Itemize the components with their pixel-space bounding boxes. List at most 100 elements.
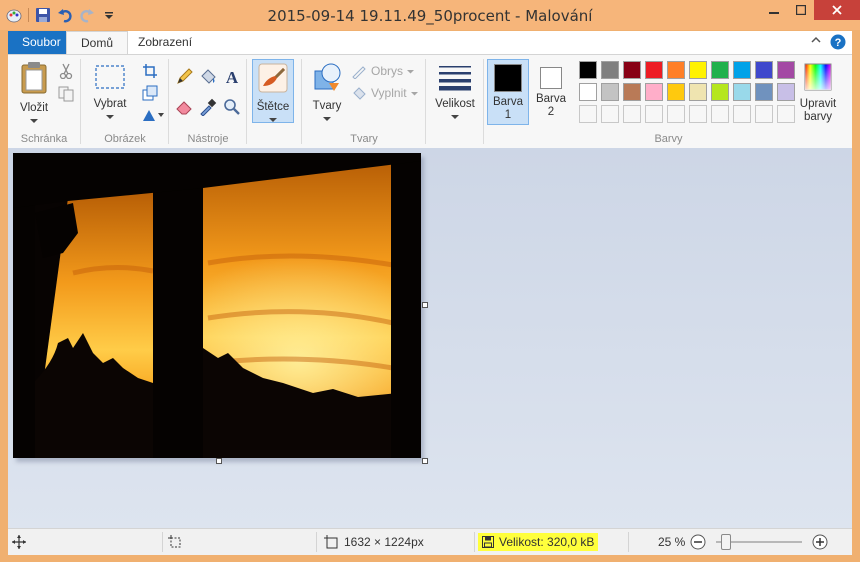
separator bbox=[474, 532, 475, 552]
palette-swatch[interactable] bbox=[689, 61, 707, 79]
edit-colors-button[interactable]: Upravit barvy bbox=[791, 63, 845, 123]
select-icon bbox=[95, 65, 125, 89]
palette-swatch-empty[interactable] bbox=[579, 105, 597, 123]
zoom-slider-thumb[interactable] bbox=[720, 534, 731, 550]
canvas-image[interactable] bbox=[13, 153, 421, 458]
color2-swatch bbox=[540, 67, 562, 89]
resize-handle-bottom[interactable] bbox=[216, 458, 222, 464]
maximize-button[interactable] bbox=[787, 0, 814, 20]
shapes-button[interactable]: Tvary bbox=[309, 61, 345, 125]
color2-button[interactable]: Barva 2 bbox=[532, 59, 570, 123]
palette-swatch-empty[interactable] bbox=[601, 105, 619, 123]
fill-bucket-icon[interactable] bbox=[198, 67, 218, 87]
fill-label: Vyplnit bbox=[371, 86, 407, 100]
outline-button[interactable]: Obrys bbox=[351, 63, 415, 79]
separator bbox=[168, 59, 169, 144]
palette-swatch[interactable] bbox=[711, 61, 729, 79]
tab-home[interactable]: Domů bbox=[66, 31, 129, 55]
zoom-in-button[interactable] bbox=[812, 529, 828, 555]
separator bbox=[162, 532, 163, 552]
shapes-label: Tvary bbox=[312, 100, 342, 112]
selection-size-icon bbox=[168, 535, 181, 548]
palette-swatch-empty[interactable] bbox=[755, 105, 773, 123]
window-controls bbox=[760, 0, 860, 20]
palette-swatch[interactable] bbox=[667, 83, 685, 101]
file-size: Velikost: 320,0 kB bbox=[478, 529, 599, 555]
palette-swatch[interactable] bbox=[667, 61, 685, 79]
svg-text:?: ? bbox=[835, 37, 842, 49]
palette-swatch[interactable] bbox=[733, 61, 751, 79]
outline-icon bbox=[352, 66, 366, 79]
palette-swatch[interactable] bbox=[733, 83, 751, 101]
eraser-icon[interactable] bbox=[174, 97, 194, 117]
palette-swatch[interactable] bbox=[755, 61, 773, 79]
palette-swatch[interactable] bbox=[689, 83, 707, 101]
close-button[interactable] bbox=[814, 0, 860, 20]
paste-label: Vložit bbox=[19, 102, 49, 114]
shapes-group-label: Tvary bbox=[350, 133, 378, 145]
cut-icon[interactable] bbox=[56, 61, 76, 81]
fill-button[interactable]: Vyplnit bbox=[351, 85, 418, 101]
palette-swatch[interactable] bbox=[601, 83, 619, 101]
copy-icon[interactable] bbox=[56, 84, 76, 104]
palette-swatch-empty[interactable] bbox=[733, 105, 751, 123]
tab-view[interactable]: Zobrazení bbox=[124, 31, 206, 54]
palette-swatch[interactable] bbox=[623, 61, 641, 79]
pencil-icon[interactable] bbox=[174, 67, 194, 87]
palette-swatch-empty[interactable] bbox=[667, 105, 685, 123]
size-button[interactable]: Velikost bbox=[429, 63, 481, 123]
select-label: Vybrat bbox=[93, 98, 127, 110]
palette-swatch[interactable] bbox=[755, 83, 773, 101]
selection-size bbox=[168, 529, 182, 555]
svg-text:A: A bbox=[226, 68, 239, 86]
palette-swatch[interactable] bbox=[579, 83, 597, 101]
shapes-icon bbox=[314, 63, 341, 91]
color1-button[interactable]: Barva 1 bbox=[487, 59, 529, 125]
edit-colors-label-2: barvy bbox=[803, 111, 833, 123]
palette-swatch[interactable] bbox=[645, 61, 663, 79]
magnifier-icon[interactable] bbox=[222, 97, 242, 117]
color-picker-icon[interactable] bbox=[198, 97, 218, 117]
palette-swatch-empty[interactable] bbox=[623, 105, 641, 123]
outline-label: Obrys bbox=[371, 64, 404, 78]
palette-swatch[interactable] bbox=[711, 83, 729, 101]
group-image: Vybrat Obrázek bbox=[82, 55, 168, 148]
palette-swatch[interactable] bbox=[579, 61, 597, 79]
move-cursor-icon bbox=[12, 535, 26, 549]
zoom-in-icon bbox=[812, 534, 828, 550]
canvas-area[interactable] bbox=[8, 148, 852, 528]
resize-handle-right[interactable] bbox=[422, 302, 428, 308]
text-icon[interactable]: A bbox=[222, 67, 242, 87]
brushes-button[interactable]: Štětce bbox=[252, 59, 294, 123]
clipboard-group-label: Schránka bbox=[20, 133, 68, 145]
paste-button[interactable]: Vložit bbox=[16, 61, 52, 127]
palette-swatch-empty[interactable] bbox=[645, 105, 663, 123]
help-icon[interactable]: ? bbox=[830, 34, 846, 53]
palette-swatch-empty[interactable] bbox=[711, 105, 729, 123]
separator bbox=[483, 59, 484, 144]
colors-group-label: Barvy bbox=[654, 133, 683, 145]
rotate-icon[interactable] bbox=[140, 105, 166, 125]
minimize-button[interactable] bbox=[760, 0, 787, 20]
collapse-ribbon-icon[interactable] bbox=[810, 34, 822, 49]
palette-swatch-empty[interactable] bbox=[689, 105, 707, 123]
color1-number: 1 bbox=[504, 109, 512, 121]
brushes-label: Štětce bbox=[256, 101, 290, 113]
separator bbox=[628, 532, 629, 552]
zoom-out-button[interactable] bbox=[690, 529, 706, 555]
tab-file[interactable]: Soubor bbox=[8, 31, 67, 54]
paste-icon bbox=[21, 62, 47, 94]
tools-group-label: Nástroje bbox=[187, 133, 229, 145]
separator bbox=[246, 59, 247, 144]
save-size-icon bbox=[482, 536, 494, 548]
palette-swatch[interactable] bbox=[645, 83, 663, 101]
image-size-icon bbox=[324, 535, 338, 549]
resize-icon[interactable] bbox=[140, 83, 160, 103]
select-button[interactable]: Vybrat bbox=[88, 63, 132, 123]
zoom-level: 25 % bbox=[658, 535, 686, 549]
group-size: Velikost bbox=[427, 55, 483, 148]
crop-icon[interactable] bbox=[140, 61, 160, 81]
palette-swatch[interactable] bbox=[601, 61, 619, 79]
palette-swatch[interactable] bbox=[623, 83, 641, 101]
resize-handle-corner[interactable] bbox=[422, 458, 428, 464]
